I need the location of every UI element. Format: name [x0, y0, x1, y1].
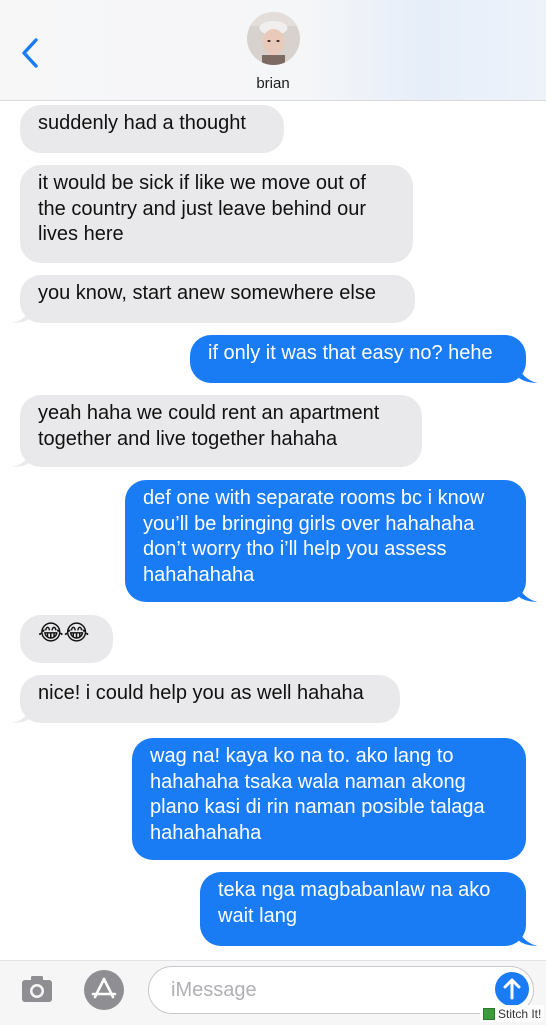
bubble-tail: [518, 930, 538, 946]
message-input-placeholder: iMessage: [171, 979, 257, 1001]
app-store-button[interactable]: [84, 970, 124, 1010]
incoming-message[interactable]: you know, start anew somewhere else: [20, 275, 415, 323]
outgoing-message[interactable]: def one with separate rooms bc i know yo…: [125, 480, 526, 602]
message-text: def one with separate rooms bc i know yo…: [143, 487, 485, 586]
watermark-text: Stitch It!: [498, 1006, 542, 1021]
bubble-tail: [12, 307, 32, 323]
message-text: suddenly had a thought: [38, 112, 246, 134]
message-text: 😂😂: [38, 620, 90, 645]
message-text: it would be sick if like we move out of …: [38, 172, 366, 245]
message-text: you know, start anew somewhere else: [38, 282, 376, 304]
message-text: nice! i could help you as well hahaha: [38, 682, 364, 704]
outgoing-message[interactable]: teka nga magbabanlaw na ako wait lang: [200, 872, 526, 946]
stitch-it-logo-icon: [483, 1007, 495, 1020]
outgoing-message[interactable]: if only it was that easy no? hehe: [190, 335, 526, 383]
outgoing-message[interactable]: wag na! kaya ko na to. ako lang to hahah…: [132, 738, 526, 860]
app-store-icon: [91, 977, 117, 999]
message-text: wag na! kaya ko na to. ako lang to hahah…: [150, 745, 485, 844]
message-input[interactable]: iMessage: [148, 966, 534, 1014]
incoming-message[interactable]: suddenly had a thought: [20, 105, 284, 153]
send-button[interactable]: [495, 972, 529, 1006]
stitch-it-watermark: Stitch It!: [480, 1005, 545, 1022]
incoming-message[interactable]: yeah haha we could rent an apartment tog…: [20, 395, 422, 467]
bubble-tail: [12, 451, 32, 467]
chevron-left-icon: [22, 38, 38, 68]
message-text: yeah haha we could rent an apartment tog…: [38, 402, 380, 450]
incoming-message[interactable]: 😂😂: [20, 615, 113, 663]
send-arrow-icon: [503, 978, 521, 1000]
conversation-header: brian: [0, 0, 546, 101]
message-text: if only it was that easy no? hehe: [208, 342, 493, 364]
bubble-tail: [518, 586, 538, 602]
contact-avatar[interactable]: [247, 12, 300, 65]
camera-icon: [22, 976, 52, 1002]
bubble-tail: [12, 707, 32, 723]
incoming-message[interactable]: it would be sick if like we move out of …: [20, 165, 413, 263]
contact-name: brian: [256, 75, 290, 92]
bubble-tail: [518, 367, 538, 383]
incoming-message[interactable]: nice! i could help you as well hahaha: [20, 675, 400, 723]
back-button[interactable]: [16, 36, 46, 70]
message-text: teka nga magbabanlaw na ako wait lang: [218, 879, 491, 927]
camera-button[interactable]: [20, 972, 54, 1006]
